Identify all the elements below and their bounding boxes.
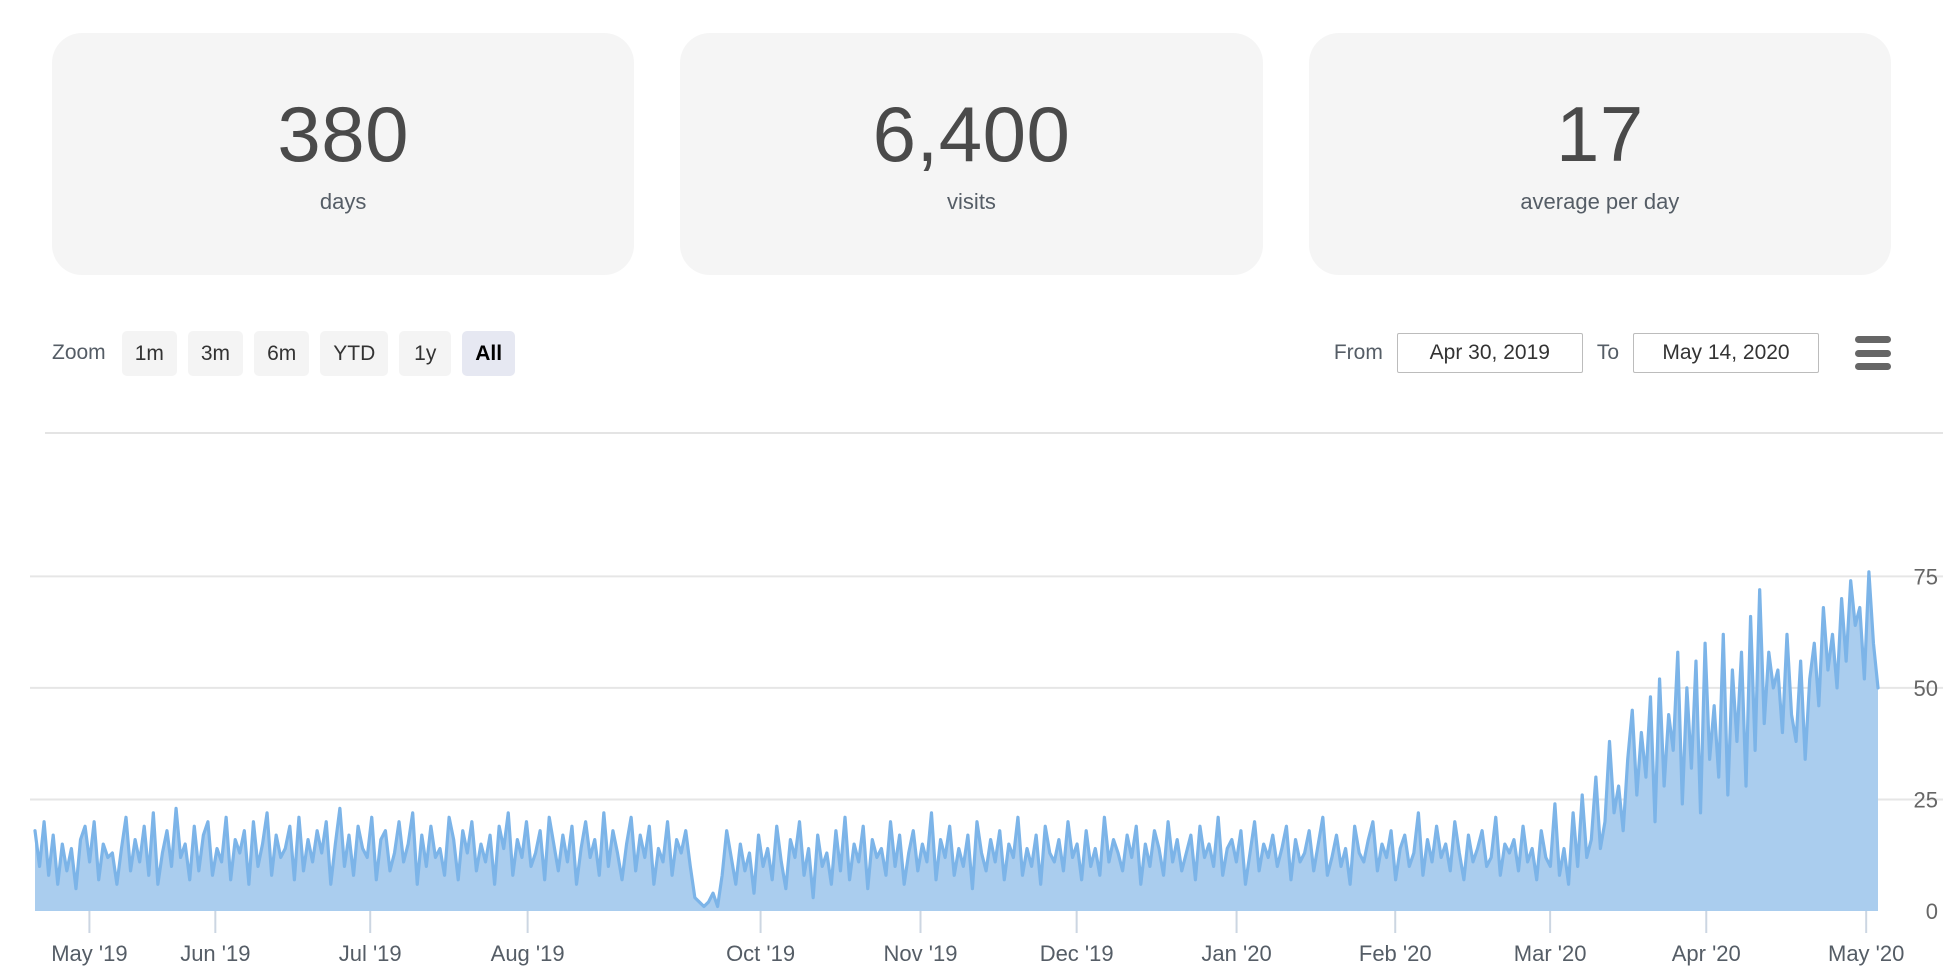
- x-axis-label-Dec19: Dec '19: [1040, 941, 1114, 966]
- zoom-button-all[interactable]: All: [462, 330, 516, 376]
- x-axis-label-May20: May '20: [1828, 941, 1904, 966]
- x-axis-label-May19: May '19: [51, 941, 127, 966]
- x-axis-label-Jan20: Jan '20: [1201, 941, 1271, 966]
- to-date-input[interactable]: [1633, 333, 1819, 373]
- y-axis-label-25: 25: [1914, 787, 1938, 812]
- stat-label-days: days: [319, 189, 367, 214]
- x-axis-label-Apr20: Apr '20: [1672, 941, 1741, 966]
- stat-label-average-per-day: average per day: [1520, 189, 1680, 214]
- from-caption: From: [1333, 341, 1383, 364]
- stat-value-average-per-day: 17: [1555, 90, 1644, 178]
- chart-y-axis-labels: 0 25 50 75: [1914, 564, 1938, 924]
- x-axis-label-Jun19: Jun '19: [180, 941, 250, 966]
- stat-card-visits: 6,400 visits: [680, 33, 1263, 275]
- stat-card-average-per-day: 17 average per day: [1308, 33, 1891, 275]
- x-axis-label-Feb20: Feb '20: [1359, 941, 1432, 966]
- zoom-button-group: Zoom 1m 3m 6m YTD 1y All: [52, 330, 516, 376]
- x-axis-label-Oct19: Oct '19: [726, 941, 795, 966]
- y-axis-label-75: 75: [1914, 564, 1938, 589]
- stat-label-visits: visits: [947, 189, 996, 214]
- zoom-button-1m[interactable]: 1m: [121, 330, 177, 376]
- y-axis-label-50: 50: [1914, 676, 1938, 701]
- from-date-input[interactable]: [1396, 333, 1583, 373]
- menu-bar-3: [1855, 363, 1891, 370]
- chart-x-axis-ticks: [88, 911, 1868, 933]
- x-axis-label-Nov19: Nov '19: [884, 941, 958, 966]
- chart-x-axis-labels: May '19 Jun '19 Jul '19 Aug '19 Oct '19 Nov '…: [51, 941, 1904, 966]
- stat-value-days: 380: [277, 90, 409, 178]
- toolbar-divider: [45, 432, 1943, 434]
- zoom-button-ytd[interactable]: YTD: [320, 330, 389, 376]
- hamburger-menu-icon[interactable]: [1855, 336, 1891, 370]
- to-caption: To: [1596, 341, 1619, 364]
- menu-bar-2: [1855, 349, 1891, 357]
- x-axis-label-Jul19: Jul '19: [339, 941, 402, 966]
- range-selector-toolbar: Zoom 1m 3m 6m YTD 1y All From To: [52, 324, 1891, 382]
- stats-row: 380 days 6,400 visits 17 average per day: [0, 0, 1943, 275]
- zoom-button-6m[interactable]: 6m: [254, 330, 310, 376]
- stat-card-days: 380 days: [52, 33, 635, 275]
- y-axis-label-0: 0: [1926, 899, 1938, 924]
- x-axis-label-Aug19: Aug '19: [491, 941, 565, 966]
- zoom-caption: Zoom: [52, 341, 106, 364]
- stat-value-visits: 6,400: [872, 90, 1071, 178]
- zoom-button-3m[interactable]: 3m: [187, 330, 244, 376]
- date-range-group: From To: [1334, 333, 1891, 373]
- menu-bar-1: [1855, 336, 1891, 343]
- chart-svg: 0 25 50 75 May '19 Jun '19 Jul '19 Aug '19 Oct …: [30, 564, 1943, 966]
- x-axis-label-Mar20: Mar '20: [1514, 941, 1587, 966]
- zoom-button-1y[interactable]: 1y: [399, 330, 452, 376]
- visits-area-chart: 0 25 50 75 May '19 Jun '19 Jul '19 Aug '19 Oct …: [0, 440, 1943, 976]
